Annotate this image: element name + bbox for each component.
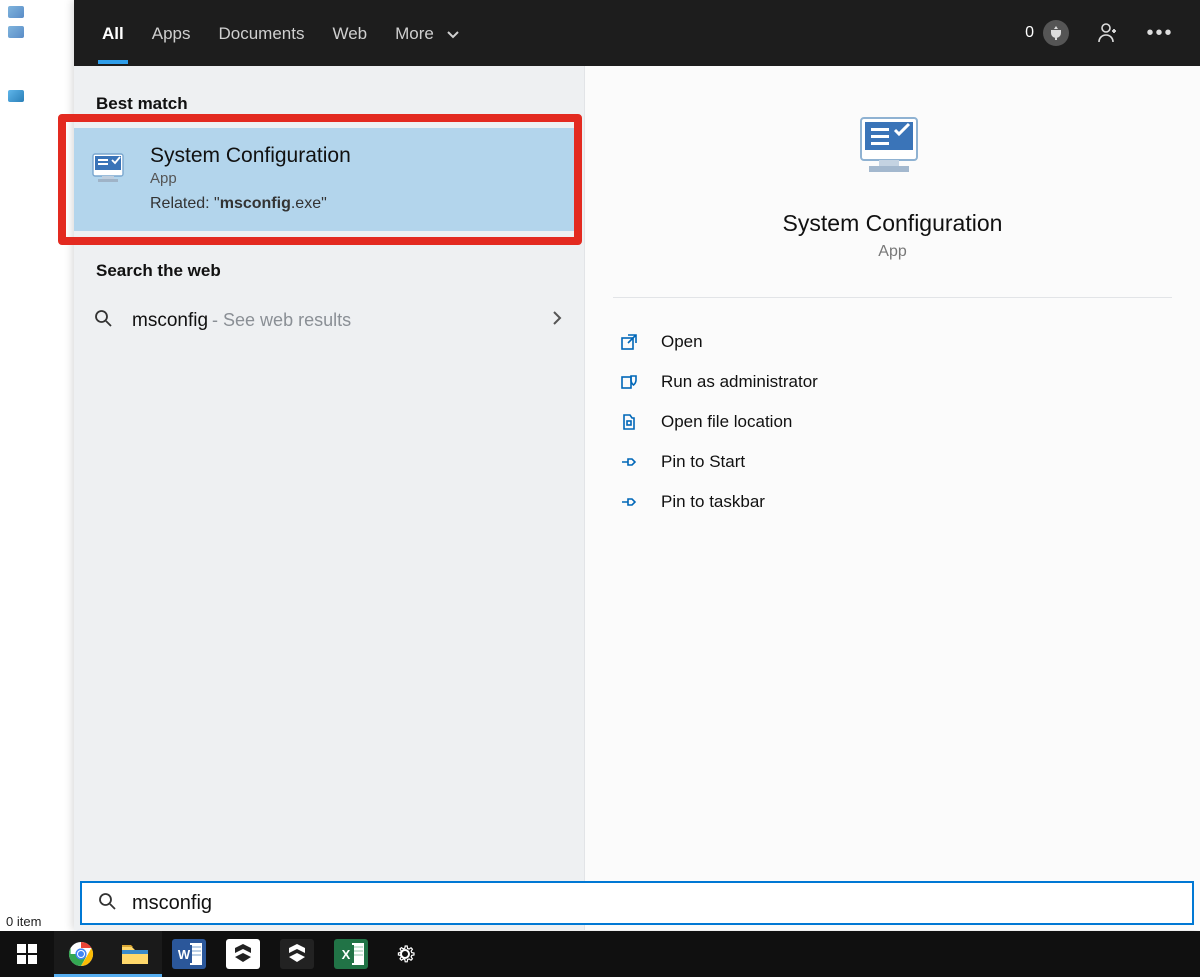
search-input-row [74,875,1200,931]
msconfig-icon [90,148,130,188]
svg-text:W: W [178,947,191,962]
best-match-header: Best match [74,88,584,128]
best-match-text: System Configuration App Related: "mscon… [150,144,351,213]
background-explorer-edge [0,0,74,930]
search-scope-tabs: All Apps Documents Web More [74,0,459,66]
folder-icon [619,412,639,432]
explorer-status-items: 0 item [6,914,41,929]
action-run-as-admin[interactable]: Run as administrator [613,362,1172,402]
rewards-count: 0 [1025,24,1034,42]
preview-subtitle: App [878,243,906,261]
taskbar-excel[interactable]: X [324,931,378,977]
desktop-root: 0 item All Apps Documents Web More 0 [0,0,1200,977]
action-label: Open file location [661,412,792,432]
rewards-icon[interactable] [1042,19,1070,47]
action-label: Pin to Start [661,452,745,472]
action-pin-to-start[interactable]: Pin to Start [613,442,1172,482]
preview-app-icon [853,108,933,188]
search-panel-top-icons: 0 ••• [1025,0,1200,66]
taskbar-chrome[interactable] [54,931,108,977]
pin-icon [619,452,639,472]
account-icon[interactable] [1094,19,1122,47]
search-results-column: Best match [74,66,584,930]
search-icon [98,892,116,915]
search-icon [92,309,114,332]
tab-documents[interactable]: Documents [218,4,304,62]
tab-more-label: More [395,24,434,43]
best-match-title: System Configuration [150,144,351,168]
action-open-file-location[interactable]: Open file location [613,402,1172,442]
best-match-subtitle: App [150,170,351,187]
action-label: Run as administrator [661,372,818,392]
best-match-related: Related: "msconfig.exe" [150,195,351,213]
preview-actions: Open Run as administrator Open file loca… [585,316,1200,528]
tab-all[interactable]: All [102,4,124,62]
start-button[interactable] [0,931,54,977]
action-label: Open [661,332,703,352]
taskbar-unity-dark[interactable] [270,931,324,977]
mini-network-icon [8,90,24,102]
search-input[interactable] [132,892,1176,915]
action-open[interactable]: Open [613,322,1172,362]
tab-apps[interactable]: Apps [152,4,191,62]
action-label: Pin to taskbar [661,492,765,512]
taskbar: W X [0,931,1200,977]
preview-header: System Configuration App [585,66,1200,261]
open-icon [619,332,639,352]
taskbar-file-explorer[interactable] [108,931,162,977]
search-preview-pane: System Configuration App Open [584,66,1200,930]
chevron-down-icon [447,24,459,44]
tab-more[interactable]: More [395,4,458,62]
preview-title: System Configuration [783,210,1003,237]
preview-divider [613,297,1172,298]
web-result-query: msconfig [132,310,208,332]
search-the-web-header: Search the web [74,255,584,295]
svg-text:X: X [342,947,351,962]
shield-icon [619,372,639,392]
mini-drive-icon [8,6,24,18]
web-result-row[interactable]: msconfig - See web results [74,295,584,346]
taskbar-unity-white[interactable] [216,931,270,977]
windows-search-panel: All Apps Documents Web More 0 [74,0,1200,930]
action-pin-to-taskbar[interactable]: Pin to taskbar [613,482,1172,522]
taskbar-word[interactable]: W [162,931,216,977]
taskbar-settings[interactable] [378,931,432,977]
best-match-card: System Configuration App Related: "mscon… [74,128,584,231]
pin-icon [619,492,639,512]
search-box[interactable] [80,881,1194,925]
web-result-hint: - See web results [212,310,351,331]
best-match-result[interactable]: System Configuration App Related: "mscon… [74,128,578,231]
search-panel-body: Best match [74,66,1200,930]
tab-web[interactable]: Web [332,4,367,62]
chevron-right-icon [552,309,562,332]
mini-drive-icon [8,26,24,38]
search-scope-bar: All Apps Documents Web More 0 [74,0,1200,66]
more-options-icon[interactable]: ••• [1146,19,1174,47]
